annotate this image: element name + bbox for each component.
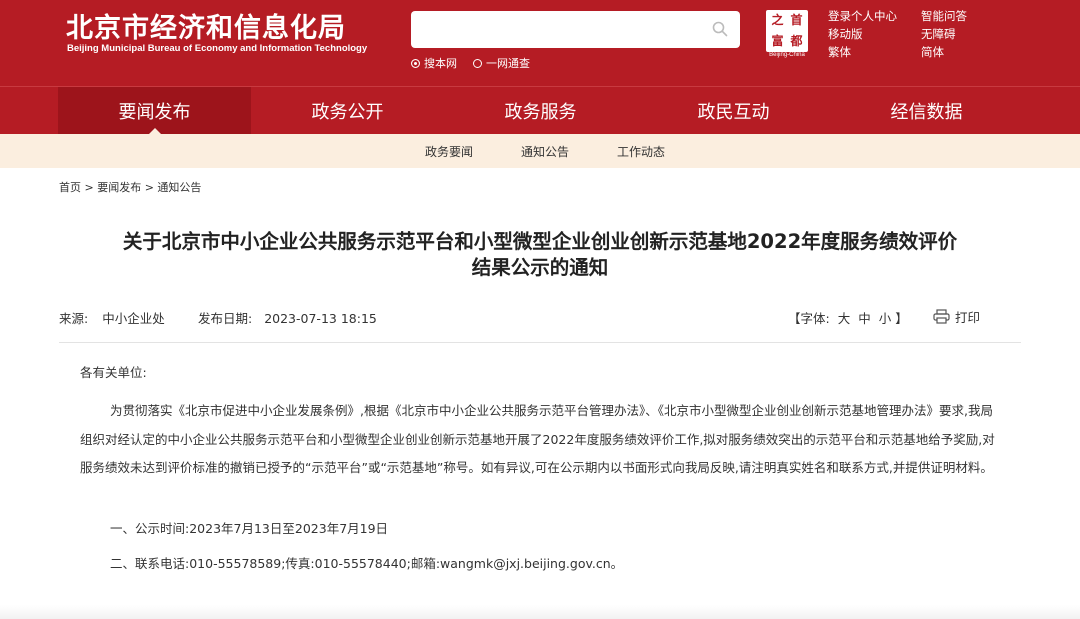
search-scope-options: 搜本网 一网通查	[411, 55, 530, 71]
seal-caption: Beijing-China	[769, 52, 805, 58]
bottom-fade	[0, 605, 1080, 619]
notice-period: 一、公示时间:2023年7月13日至2023年7月19日	[110, 521, 389, 536]
article-meta: 来源: 中小企业处 发布日期: 2023-07-13 18:15 【字体: 大 …	[59, 308, 1021, 328]
font-size-large[interactable]: 大	[838, 311, 851, 326]
simplified-chinese-link[interactable]: 简体	[921, 44, 967, 60]
top-links-left: 登录个人中心 移动版 繁体	[828, 8, 897, 60]
font-size-switcher: 【字体: 大 中 小 】	[788, 311, 908, 326]
search-scope-all[interactable]: 一网通查	[473, 55, 530, 71]
article-body: 各有关单位: 为贯彻落实《北京市促进中小企业发展条例》,根据《北京市中小企业公共…	[80, 362, 1000, 571]
mobile-link[interactable]: 移动版	[828, 26, 897, 42]
subnav-work-updates[interactable]: 工作动态	[617, 143, 665, 160]
subnav-government-news[interactable]: 政务要闻	[425, 143, 473, 160]
radio-unselected-icon	[473, 58, 482, 68]
main-nav: 要闻发布 政务公开 政务服务 政民互动 经信数据	[0, 86, 1080, 135]
breadcrumb[interactable]: 首页 > 要闻发布 > 通知公告	[59, 179, 201, 195]
site-header: 北京市经济和信息化局 Beijing Municipal Bureau of E…	[0, 0, 1080, 86]
radio-selected-icon	[411, 58, 420, 68]
article-date: 发布日期: 2023-07-13 18:15	[198, 311, 377, 326]
salutation: 各有关单位:	[80, 365, 147, 380]
body-paragraph: 为贯彻落实《北京市促进中小企业发展条例》,根据《北京市中小企业公共服务示范平台管…	[80, 403, 995, 475]
site-logo-title[interactable]: 北京市经济和信息化局	[66, 6, 346, 45]
subnav-notices[interactable]: 通知公告	[521, 143, 569, 160]
accessibility-link[interactable]: 无障碍	[921, 26, 967, 42]
capital-seal-logo[interactable]: 之 首 富 都	[766, 10, 808, 52]
smart-qa-link[interactable]: 智能问答	[921, 8, 967, 24]
article-title: 关于北京市中小企业公共服务示范平台和小型微型企业创业创新示范基地2022年度服务…	[122, 230, 958, 279]
site-logo-subtitle: Beijing Municipal Bureau of Economy and …	[67, 43, 368, 54]
font-size-medium[interactable]: 中	[858, 311, 871, 326]
traditional-chinese-link[interactable]: 繁体	[828, 44, 897, 60]
search-icon[interactable]	[712, 21, 728, 37]
top-links-right: 智能问答 无障碍 简体	[921, 8, 967, 60]
nav-economic-data[interactable]: 经信数据	[830, 87, 1023, 134]
search-scope-site[interactable]: 搜本网	[411, 55, 457, 71]
print-button[interactable]: 打印	[933, 307, 980, 326]
nav-government-services[interactable]: 政务服务	[444, 87, 637, 134]
contact-info: 二、联系电话:010-55578589;传真:010-55578440;邮箱:w…	[110, 556, 624, 571]
nav-public-interaction[interactable]: 政民互动	[637, 87, 830, 134]
nav-news-release[interactable]: 要闻发布	[58, 87, 251, 135]
article-source: 来源: 中小企业处	[59, 311, 165, 326]
font-size-small[interactable]: 小	[879, 311, 892, 326]
search-input[interactable]	[411, 11, 740, 48]
nav-government-affairs[interactable]: 政务公开	[251, 87, 444, 134]
sub-nav: 政务要闻 通知公告 工作动态	[0, 134, 1080, 168]
printer-icon	[933, 309, 950, 324]
meta-divider	[59, 342, 1021, 343]
login-link[interactable]: 登录个人中心	[828, 8, 897, 24]
